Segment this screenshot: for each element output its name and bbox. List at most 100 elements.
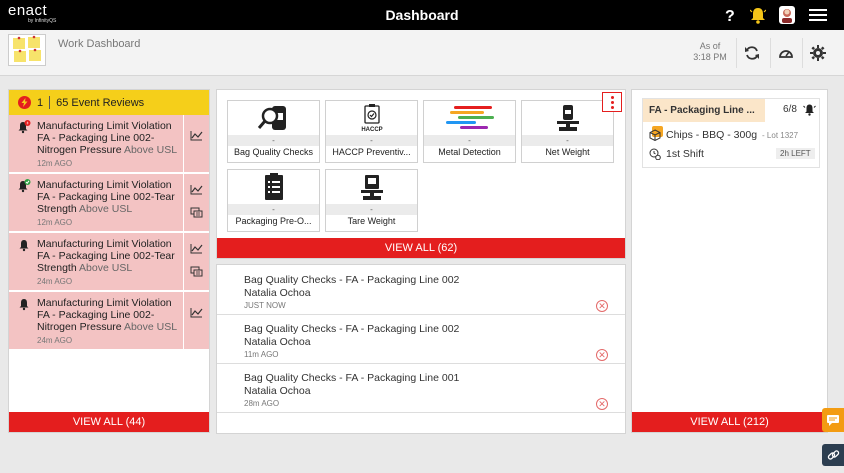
event-item[interactable]: Manufacturing Limit Violation FA - Packa… — [9, 174, 209, 232]
event-detail: Nitrogen Pressure — [37, 321, 122, 333]
link-icon[interactable] — [822, 444, 844, 466]
tile-value: - — [522, 135, 613, 146]
refresh-icon[interactable] — [742, 43, 762, 63]
event-count: 1 — [37, 96, 44, 109]
checks-view-all-button[interactable]: VIEW ALL (62) — [217, 238, 625, 258]
event-actions — [183, 115, 209, 173]
tile-value: - — [228, 135, 319, 146]
box-icon — [649, 129, 661, 141]
dismiss-icon[interactable]: ✕ — [596, 300, 608, 312]
tile-value: - — [228, 204, 319, 215]
tile-net-weight[interactable]: - Net Weight — [521, 100, 614, 163]
events-header[interactable]: 1 65 Event Reviews — [9, 90, 209, 115]
line-name-badge: FA - Packaging Line ... — [643, 99, 765, 137]
settings-gear-icon[interactable] — [808, 43, 828, 63]
help-icon[interactable]: ? — [722, 5, 738, 25]
event-title: Manufacturing Limit Violation — [37, 297, 172, 309]
alert-bell-icon — [18, 120, 31, 134]
tile-label: Tare Weight — [347, 216, 396, 226]
event-time: 24m AGO — [37, 336, 73, 345]
page-title: Work Dashboard — [58, 38, 141, 50]
chart-icon[interactable] — [190, 241, 203, 259]
event-detail: Nitrogen Pressure — [37, 144, 122, 156]
shift-name: 1st Shift — [666, 148, 704, 160]
alarm-bell-icon — [803, 104, 816, 116]
activity-title: Bag Quality Checks - FA - Packaging Line… — [244, 323, 460, 335]
event-suffix: Above USL — [123, 144, 178, 156]
dismiss-icon[interactable]: ✕ — [596, 349, 608, 361]
divider — [802, 38, 803, 68]
event-suffix: Above USL — [79, 262, 133, 274]
event-suffix: Above USL — [123, 321, 178, 333]
event-actions — [183, 174, 209, 232]
event-line: FA - Packaging Line 002-Tear — [37, 250, 175, 262]
chat-icon[interactable] — [822, 408, 844, 432]
event-title: Manufacturing Limit Violation — [37, 179, 172, 191]
as-of-time: 3:18 PM — [693, 52, 727, 62]
lines-view-all-button[interactable]: VIEW ALL (212) — [632, 412, 827, 432]
divider — [736, 38, 737, 68]
shift-row: 1st Shift — [649, 148, 704, 160]
comments-icon[interactable] — [190, 265, 203, 283]
tile-haccp[interactable]: HACCP - HACCP Preventiv... — [325, 100, 418, 163]
line-name: FA - Packaging Line ... — [649, 105, 755, 116]
tare-scale-icon — [326, 170, 417, 204]
event-suffix: Above USL — [79, 203, 133, 215]
product-row: Chips - BBQ - 300g - Lot 1327 — [649, 129, 798, 141]
chart-icon[interactable] — [190, 128, 203, 146]
checks-panel: - Bag Quality Checks HACCP - HACCP Preve… — [216, 89, 626, 259]
tile-bag-quality-checks[interactable]: - Bag Quality Checks — [227, 100, 320, 163]
event-text: Manufacturing Limit Violation FA - Packa… — [37, 179, 182, 229]
event-actions — [183, 292, 209, 350]
event-title: Manufacturing Limit Violation — [37, 120, 172, 132]
activity-title: Bag Quality Checks - FA - Packaging Line… — [244, 274, 460, 286]
hamburger-menu-icon[interactable] — [808, 5, 828, 25]
event-text: Manufacturing Limit Violation FA - Packa… — [37, 238, 182, 288]
event-title: Manufacturing Limit Violation — [37, 238, 172, 250]
product-name: Chips - BBQ - 300g — [666, 129, 758, 141]
line-card[interactable]: FA - Packaging Line ... 6/8 Chips - BBQ … — [642, 98, 820, 168]
bell-notification-icon[interactable] — [749, 5, 767, 25]
comments-icon[interactable] — [190, 206, 203, 224]
brand-logo[interactable]: enact by InfinityQS — [8, 3, 56, 24]
svg-text:?: ? — [725, 8, 735, 23]
line-count: 6/8 — [783, 104, 797, 115]
chart-icon[interactable] — [190, 182, 203, 200]
tile-packaging-pre-op[interactable]: - Packaging Pre-O... — [227, 169, 320, 232]
shift-clock-icon — [649, 148, 661, 160]
event-item[interactable]: Manufacturing Limit Violation FA - Packa… — [9, 292, 209, 350]
activity-time: 28m AGO — [244, 399, 280, 408]
event-item[interactable]: Manufacturing Limit Violation FA - Packa… — [9, 115, 209, 173]
user-avatar[interactable] — [778, 5, 796, 25]
as-of-label: As of — [699, 41, 721, 51]
events-view-all-button[interactable]: VIEW ALL (44) — [9, 412, 209, 432]
bag-magnifier-icon — [228, 101, 319, 135]
tile-metal-detection[interactable]: - Metal Detection — [423, 100, 516, 163]
activity-item[interactable]: Bag Quality Checks - FA - Packaging Line… — [217, 365, 625, 413]
activity-item[interactable]: Bag Quality Checks - FA - Packaging Line… — [217, 267, 625, 315]
lot-number: - Lot 1327 — [762, 130, 799, 140]
activity-title: Bag Quality Checks - FA - Packaging Line… — [244, 372, 460, 384]
tile-label: Packaging Pre-O... — [235, 216, 312, 226]
tile-tare-weight[interactable]: - Tare Weight — [325, 169, 418, 232]
event-line: FA - Packaging Line 002- — [37, 132, 155, 144]
event-text: Manufacturing Limit Violation FA - Packa… — [37, 120, 182, 170]
tile-label: Net Weight — [545, 147, 590, 157]
dashboard-thumbnail[interactable] — [8, 34, 46, 66]
acknowledged-bell-icon — [18, 179, 31, 193]
lines-panel: FA - Packaging Line ... 6/8 Chips - BBQ … — [631, 89, 828, 433]
haccp-clipboard-icon: HACCP — [326, 101, 417, 135]
sub-header: Work Dashboard As of 3:18 PM — [0, 30, 844, 76]
activity-user: Natalia Ochoa — [244, 336, 311, 348]
chart-icon[interactable] — [190, 305, 203, 323]
activity-item[interactable]: Bag Quality Checks - FA - Packaging Line… — [217, 316, 625, 364]
bell-icon — [19, 299, 29, 311]
event-item[interactable]: Manufacturing Limit Violation FA - Packa… — [9, 233, 209, 291]
more-options-icon[interactable] — [602, 92, 622, 112]
tile-value: - — [326, 135, 417, 146]
event-detail: Strength — [37, 262, 77, 274]
brand-name: enact — [8, 2, 48, 19]
dismiss-icon[interactable]: ✕ — [596, 398, 608, 410]
gauge-icon[interactable] — [776, 43, 796, 63]
activity-time: 11m AGO — [244, 350, 279, 359]
